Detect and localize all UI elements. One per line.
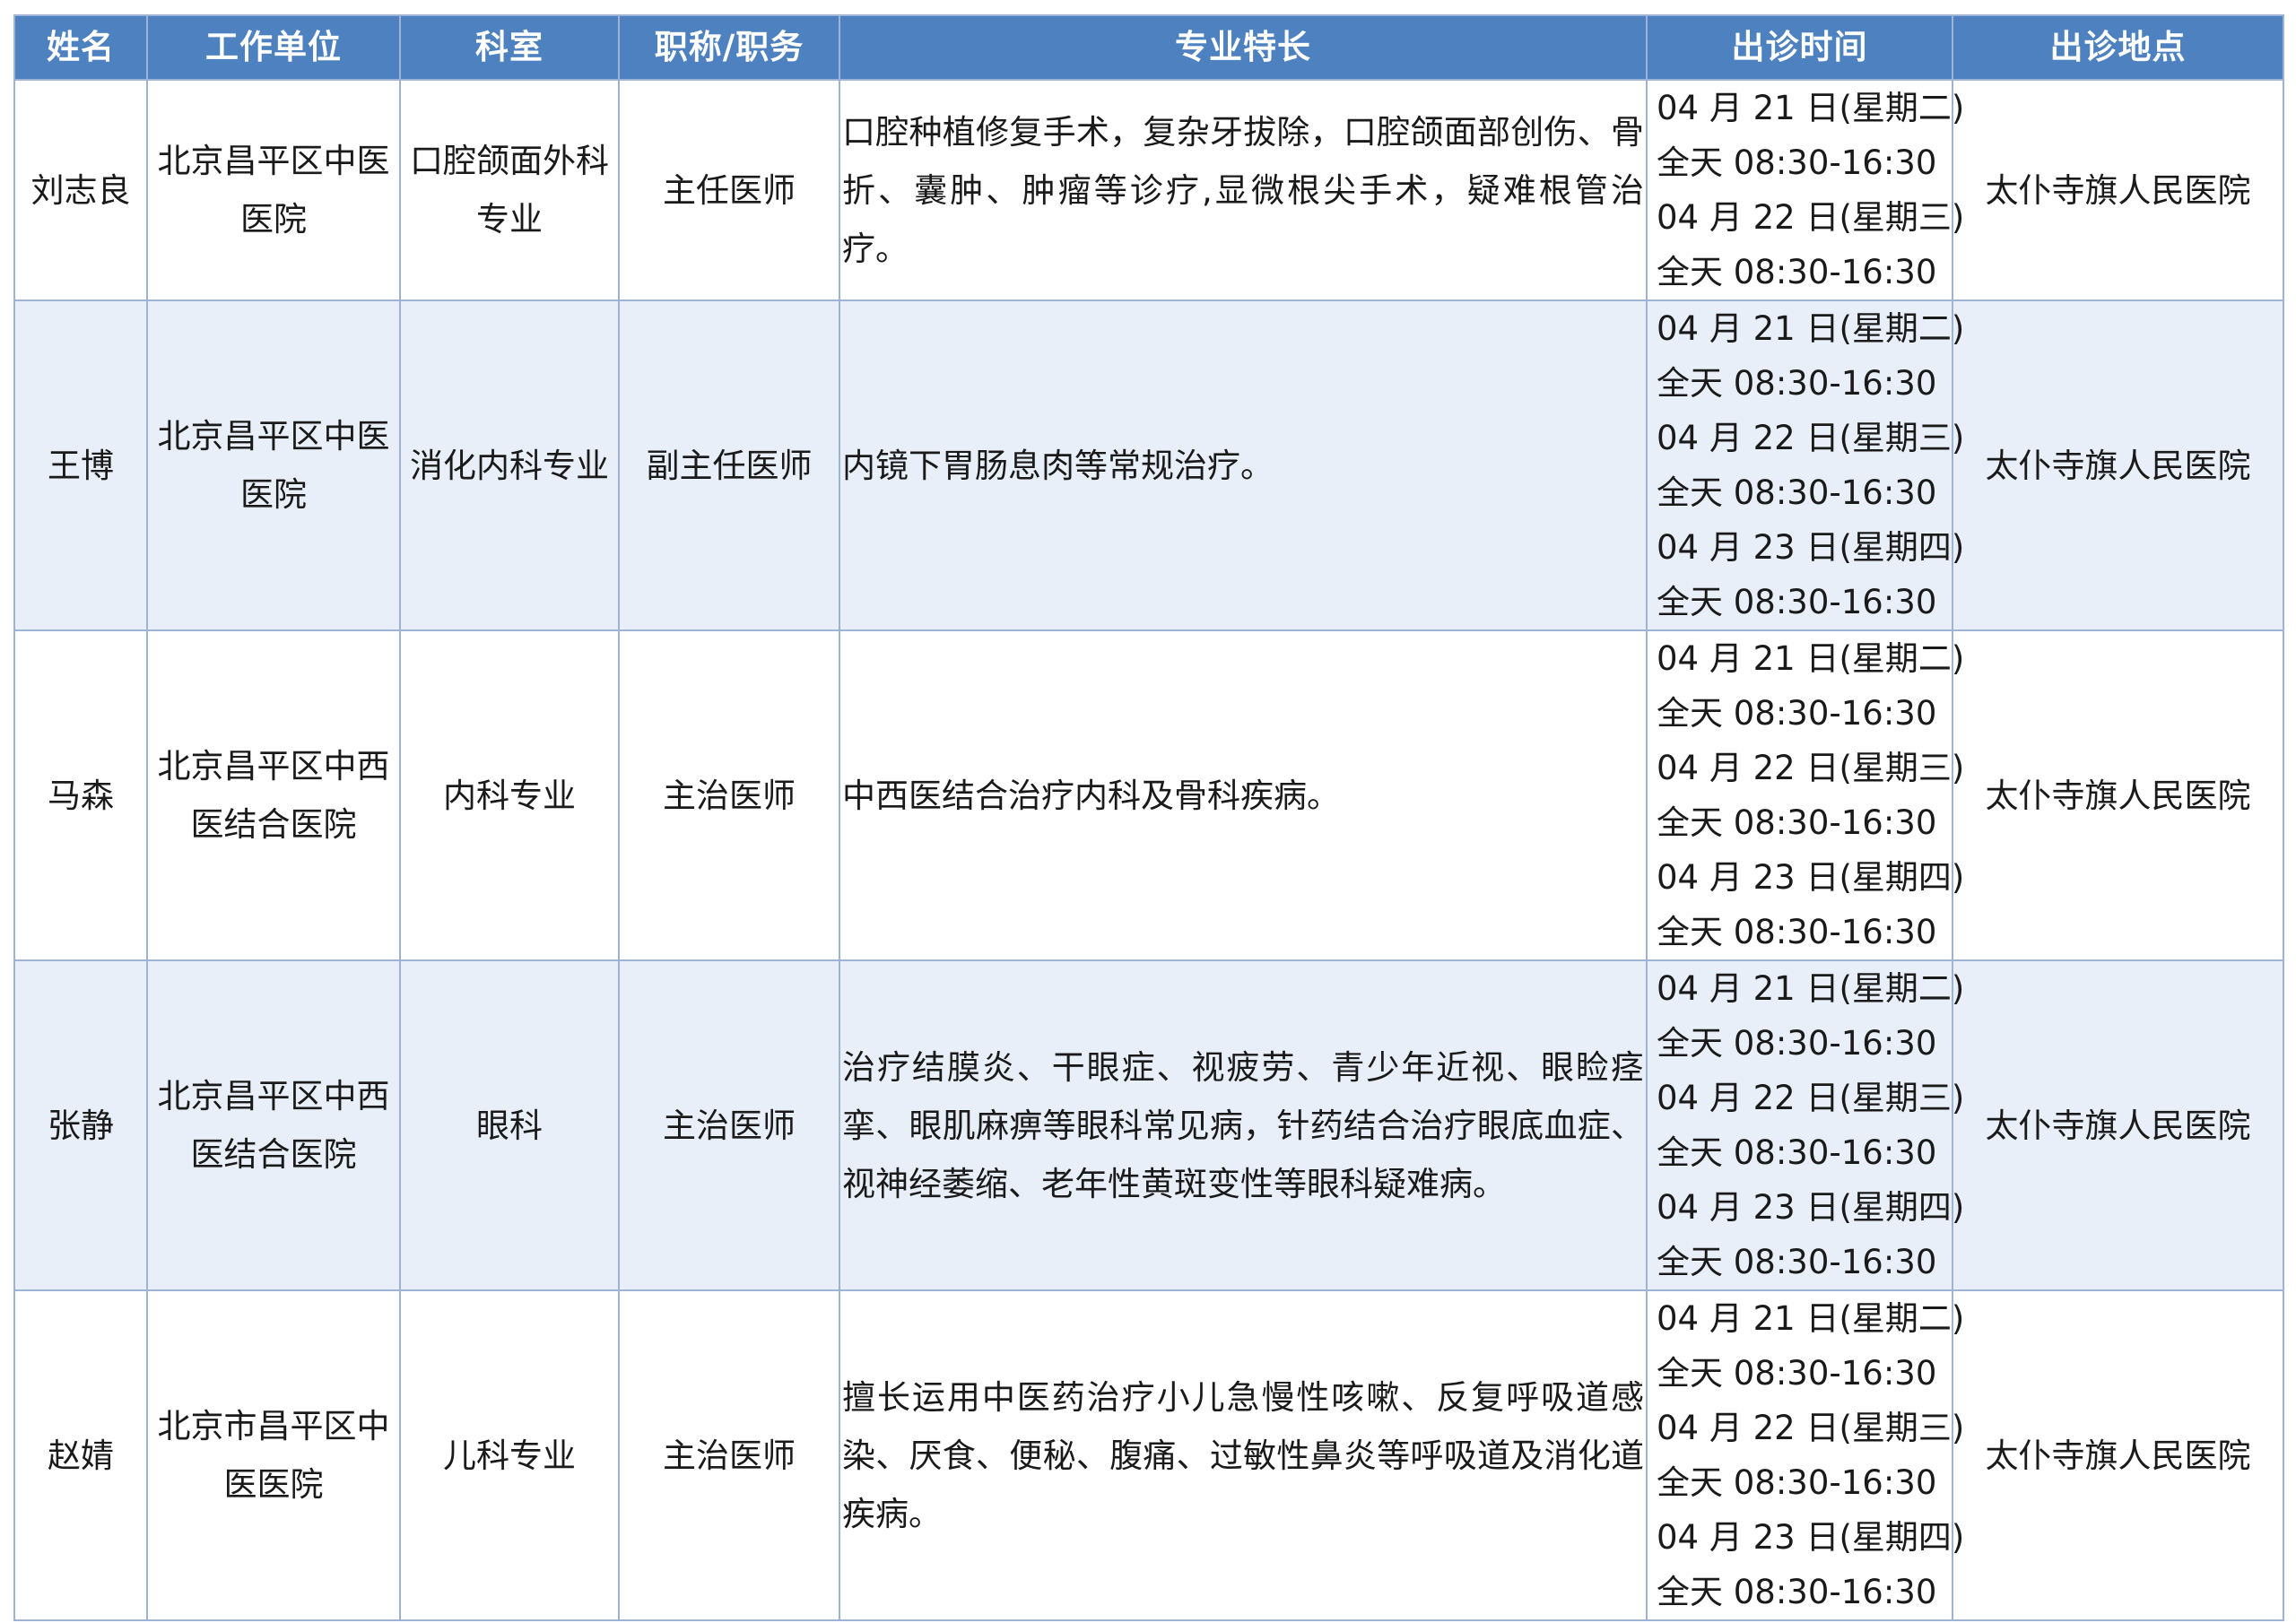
table-row: 赵婧 北京市昌平区中医医院 儿科专业 主治医师 擅长运用中医药治疗小儿急慢性咳嗽… [13, 1289, 2284, 1621]
time-line: 全天 08:30-16:30 [1657, 143, 1937, 182]
doctor-place: 太仆寺旗人民医院 [1952, 629, 2284, 961]
header-name: 姓名 [13, 14, 148, 81]
doctor-unit: 北京昌平区中医医院 [146, 299, 401, 631]
time-line: 全天 08:30-16:30 [1657, 1024, 1937, 1063]
doctor-specialty: 口腔种植修复手术，复杂牙拔除，口腔颌面部创伤、骨折、囊肿、肿瘤等诊疗,显微根尖手… [839, 79, 1648, 301]
time-line: 04 月 21 日(星期二) [1657, 309, 1965, 348]
time-line: 全天 08:30-16:30 [1657, 1573, 1937, 1611]
time-line: 04 月 21 日(星期二) [1657, 969, 1965, 1008]
time-line: 全天 08:30-16:30 [1657, 1354, 1937, 1393]
time-line: 04 月 21 日(星期二) [1657, 639, 1965, 678]
doctor-specialty: 中西医结合治疗内科及骨科疾病。 [839, 629, 1648, 961]
doctor-name: 张静 [13, 959, 148, 1291]
time-line: 04 月 23 日(星期四) [1657, 1188, 1965, 1227]
doctor-name: 刘志良 [13, 79, 148, 301]
time-line: 04 月 22 日(星期三) [1657, 419, 1965, 457]
doctor-dept: 消化内科专业 [399, 299, 620, 631]
doctor-unit: 北京昌平区中医医院 [146, 79, 401, 301]
doctor-place: 太仆寺旗人民医院 [1952, 79, 2284, 301]
doctor-place: 太仆寺旗人民医院 [1952, 959, 2284, 1291]
doctor-unit: 北京市昌平区中医医院 [146, 1289, 401, 1621]
time-line: 全天 08:30-16:30 [1657, 364, 1937, 403]
doctor-dept: 内科专业 [399, 629, 620, 961]
time-line: 全天 08:30-16:30 [1657, 803, 1937, 842]
doctor-times: 04 月 21 日(星期二) 全天 08:30-16:30 04 月 22 日(… [1646, 959, 1965, 1291]
doctor-times: 04 月 21 日(星期二) 全天 08:30-16:30 04 月 22 日(… [1646, 299, 1965, 631]
time-line: 全天 08:30-16:30 [1657, 473, 1937, 512]
doctor-title: 副主任医师 [618, 299, 840, 631]
time-line: 04 月 23 日(星期四) [1657, 858, 1965, 897]
doctor-times: 04 月 21 日(星期二) 全天 08:30-16:30 04 月 22 日(… [1646, 79, 1965, 301]
time-line: 04 月 23 日(星期四) [1657, 1518, 1965, 1557]
doctor-specialty: 擅长运用中医药治疗小儿急慢性咳嗽、反复呼吸道感染、厌食、便秘、腹痛、过敏性鼻炎等… [839, 1289, 1648, 1621]
header-specialty: 专业特长 [839, 14, 1648, 81]
time-line: 全天 08:30-16:30 [1657, 1133, 1937, 1172]
time-line: 04 月 22 日(星期三) [1657, 749, 1965, 787]
time-line: 04 月 21 日(星期二) [1657, 89, 1965, 127]
doctor-title: 主任医师 [618, 79, 840, 301]
schedule-table: 姓名 工作单位 科室 职称/职务 专业特长 出诊时间 出诊地点 刘志良 北京昌平… [13, 14, 2284, 1621]
doctor-place: 太仆寺旗人民医院 [1952, 299, 2284, 631]
table-row: 马森 北京昌平区中西医结合医院 内科专业 主治医师 中西医结合治疗内科及骨科疾病… [13, 629, 2284, 961]
header-title: 职称/职务 [618, 14, 840, 81]
doctor-unit: 北京昌平区中西医结合医院 [146, 959, 401, 1291]
time-line: 全天 08:30-16:30 [1657, 583, 1937, 621]
doctor-dept: 眼科 [399, 959, 620, 1291]
time-line: 全天 08:30-16:30 [1657, 694, 1937, 733]
table-header-row: 姓名 工作单位 科室 职称/职务 专业特长 出诊时间 出诊地点 [13, 14, 2284, 81]
header-time: 出诊时间 [1646, 14, 1953, 81]
doctor-times: 04 月 21 日(星期二) 全天 08:30-16:30 04 月 22 日(… [1646, 629, 1965, 961]
time-line: 04 月 22 日(星期三) [1657, 1079, 1965, 1117]
time-line: 全天 08:30-16:30 [1657, 1463, 1937, 1502]
header-place: 出诊地点 [1952, 14, 2284, 81]
doctor-place: 太仆寺旗人民医院 [1952, 1289, 2284, 1621]
header-dept: 科室 [399, 14, 620, 81]
time-line: 04 月 21 日(星期二) [1657, 1299, 1965, 1338]
table-row: 刘志良 北京昌平区中医医院 口腔颌面外科专业 主任医师 口腔种植修复手术，复杂牙… [13, 79, 2284, 301]
doctor-title: 主治医师 [618, 629, 840, 961]
time-line: 全天 08:30-16:30 [1657, 1243, 1937, 1281]
doctor-name: 赵婧 [13, 1289, 148, 1621]
doctor-name: 王博 [13, 299, 148, 631]
doctor-unit: 北京昌平区中西医结合医院 [146, 629, 401, 961]
doctor-specialty: 内镜下胃肠息肉等常规治疗。 [839, 299, 1648, 631]
time-line: 04 月 23 日(星期四) [1657, 528, 1965, 567]
header-unit: 工作单位 [146, 14, 401, 81]
doctor-title: 主治医师 [618, 1289, 840, 1621]
table-row: 王博 北京昌平区中医医院 消化内科专业 副主任医师 内镜下胃肠息肉等常规治疗。 … [13, 299, 2284, 631]
time-line: 04 月 22 日(星期三) [1657, 1409, 1965, 1447]
time-line: 04 月 22 日(星期三) [1657, 198, 1965, 237]
time-line: 全天 08:30-16:30 [1657, 913, 1937, 951]
doctor-name: 马森 [13, 629, 148, 961]
doctor-dept: 儿科专业 [399, 1289, 620, 1621]
table-row: 张静 北京昌平区中西医结合医院 眼科 主治医师 治疗结膜炎、干眼症、视疲劳、青少… [13, 959, 2284, 1291]
doctor-times: 04 月 21 日(星期二) 全天 08:30-16:30 04 月 22 日(… [1646, 1289, 1965, 1621]
doctor-specialty: 治疗结膜炎、干眼症、视疲劳、青少年近视、眼睑痉挛、眼肌麻痹等眼科常见病，针药结合… [839, 959, 1648, 1291]
doctor-dept: 口腔颌面外科专业 [399, 79, 620, 301]
time-line: 全天 08:30-16:30 [1657, 253, 1937, 291]
doctor-title: 主治医师 [618, 959, 840, 1291]
